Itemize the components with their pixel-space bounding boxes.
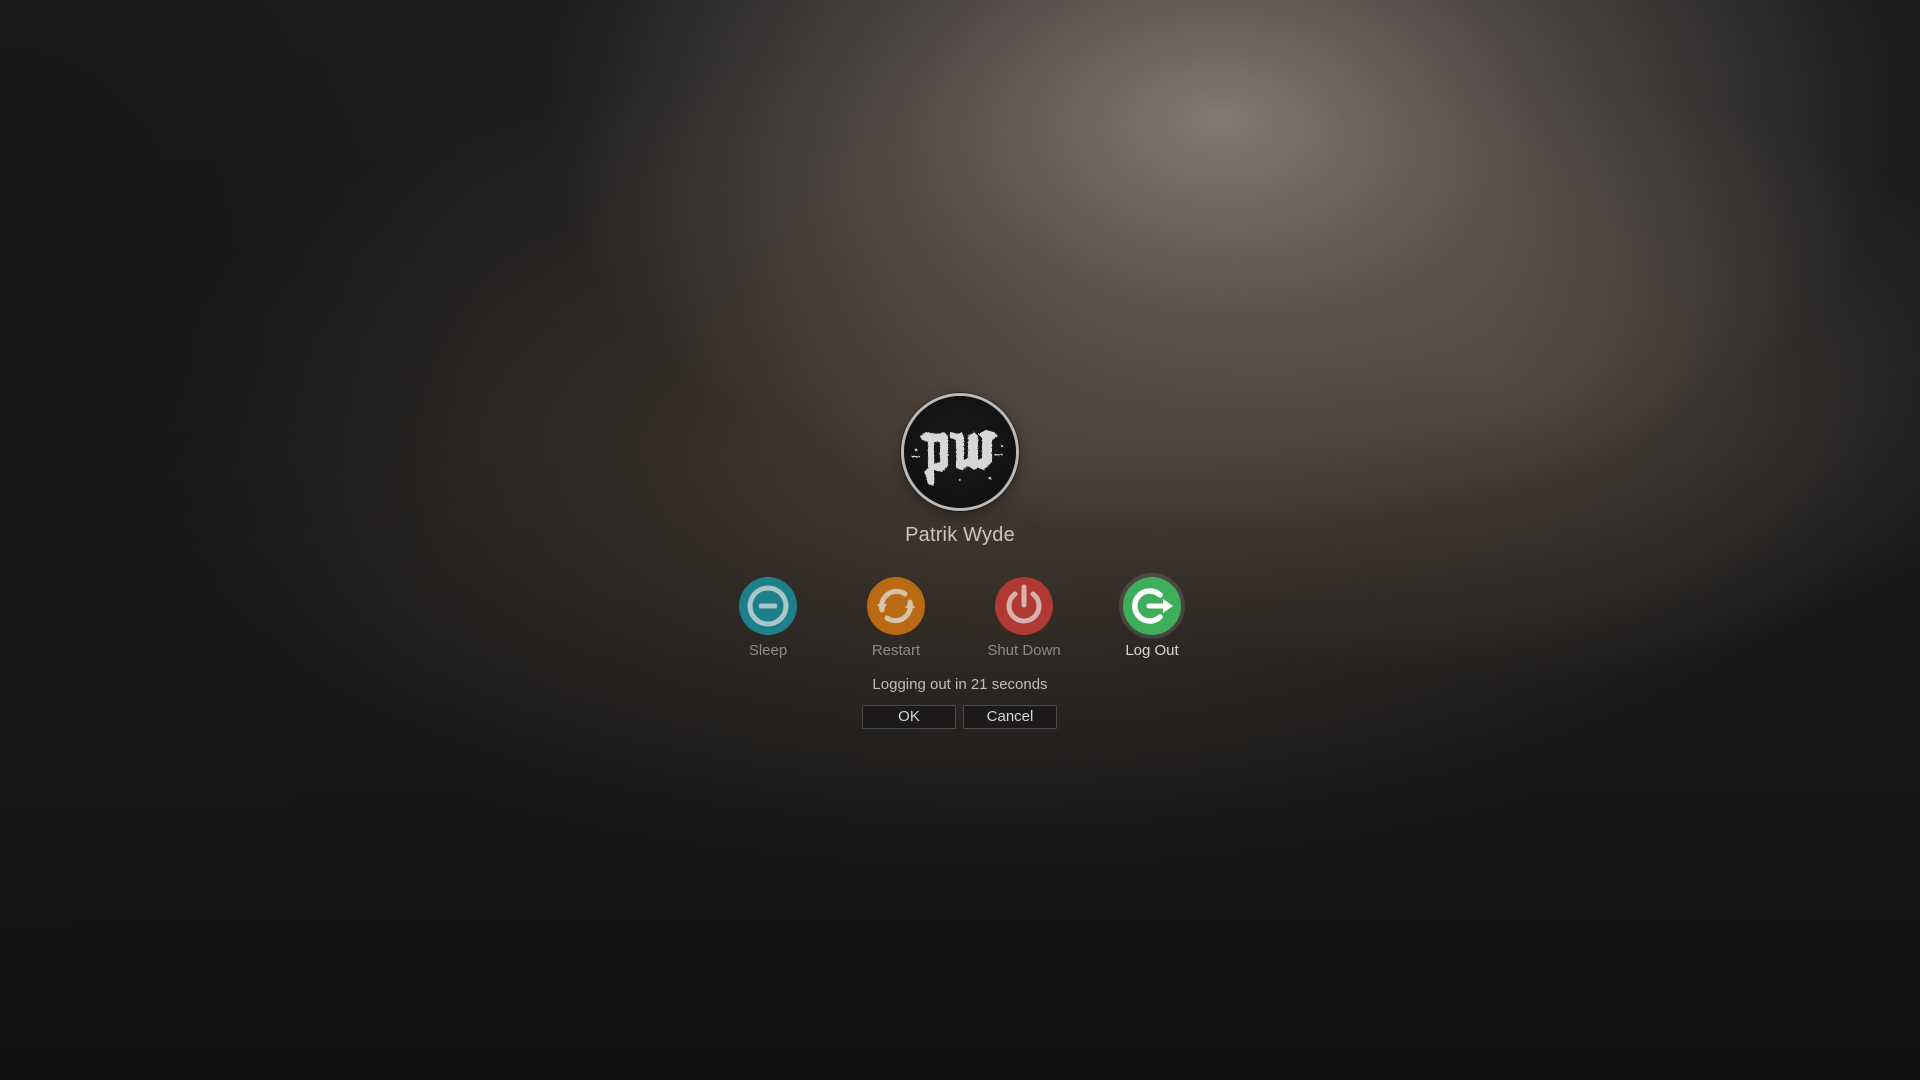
shutdown-label: Shut Down [987,642,1061,659]
logout-label: Log Out [1125,642,1179,659]
logout-icon [1123,577,1181,635]
ok-button[interactable]: OK [862,705,956,729]
dialog-buttons: OK Cancel [862,705,1062,731]
logout-button[interactable]: Log Out [1097,577,1207,659]
sleep-button[interactable]: Sleep [713,577,823,659]
sleep-label: Sleep [748,642,788,659]
shutdown-button[interactable]: Shut Down [969,577,1079,659]
power-icon [995,577,1053,635]
logout-countdown: Logging out in 21 seconds [872,676,1048,693]
restart-label: Restart [871,642,921,659]
user-name: Patrik Wyde [905,524,1015,546]
restart-button[interactable]: Restart [841,577,951,659]
restart-icon [867,577,925,635]
logout-dialog: Patrik Wyde Sleep Restart Shut Down Log … [0,0,1920,1080]
avatar-monogram-logo [912,430,1004,486]
cancel-button[interactable]: Cancel [963,705,1057,729]
power-actions: Sleep Restart Shut Down Log Out [0,577,1920,667]
user-avatar [904,396,1016,508]
sleep-icon [739,577,797,635]
